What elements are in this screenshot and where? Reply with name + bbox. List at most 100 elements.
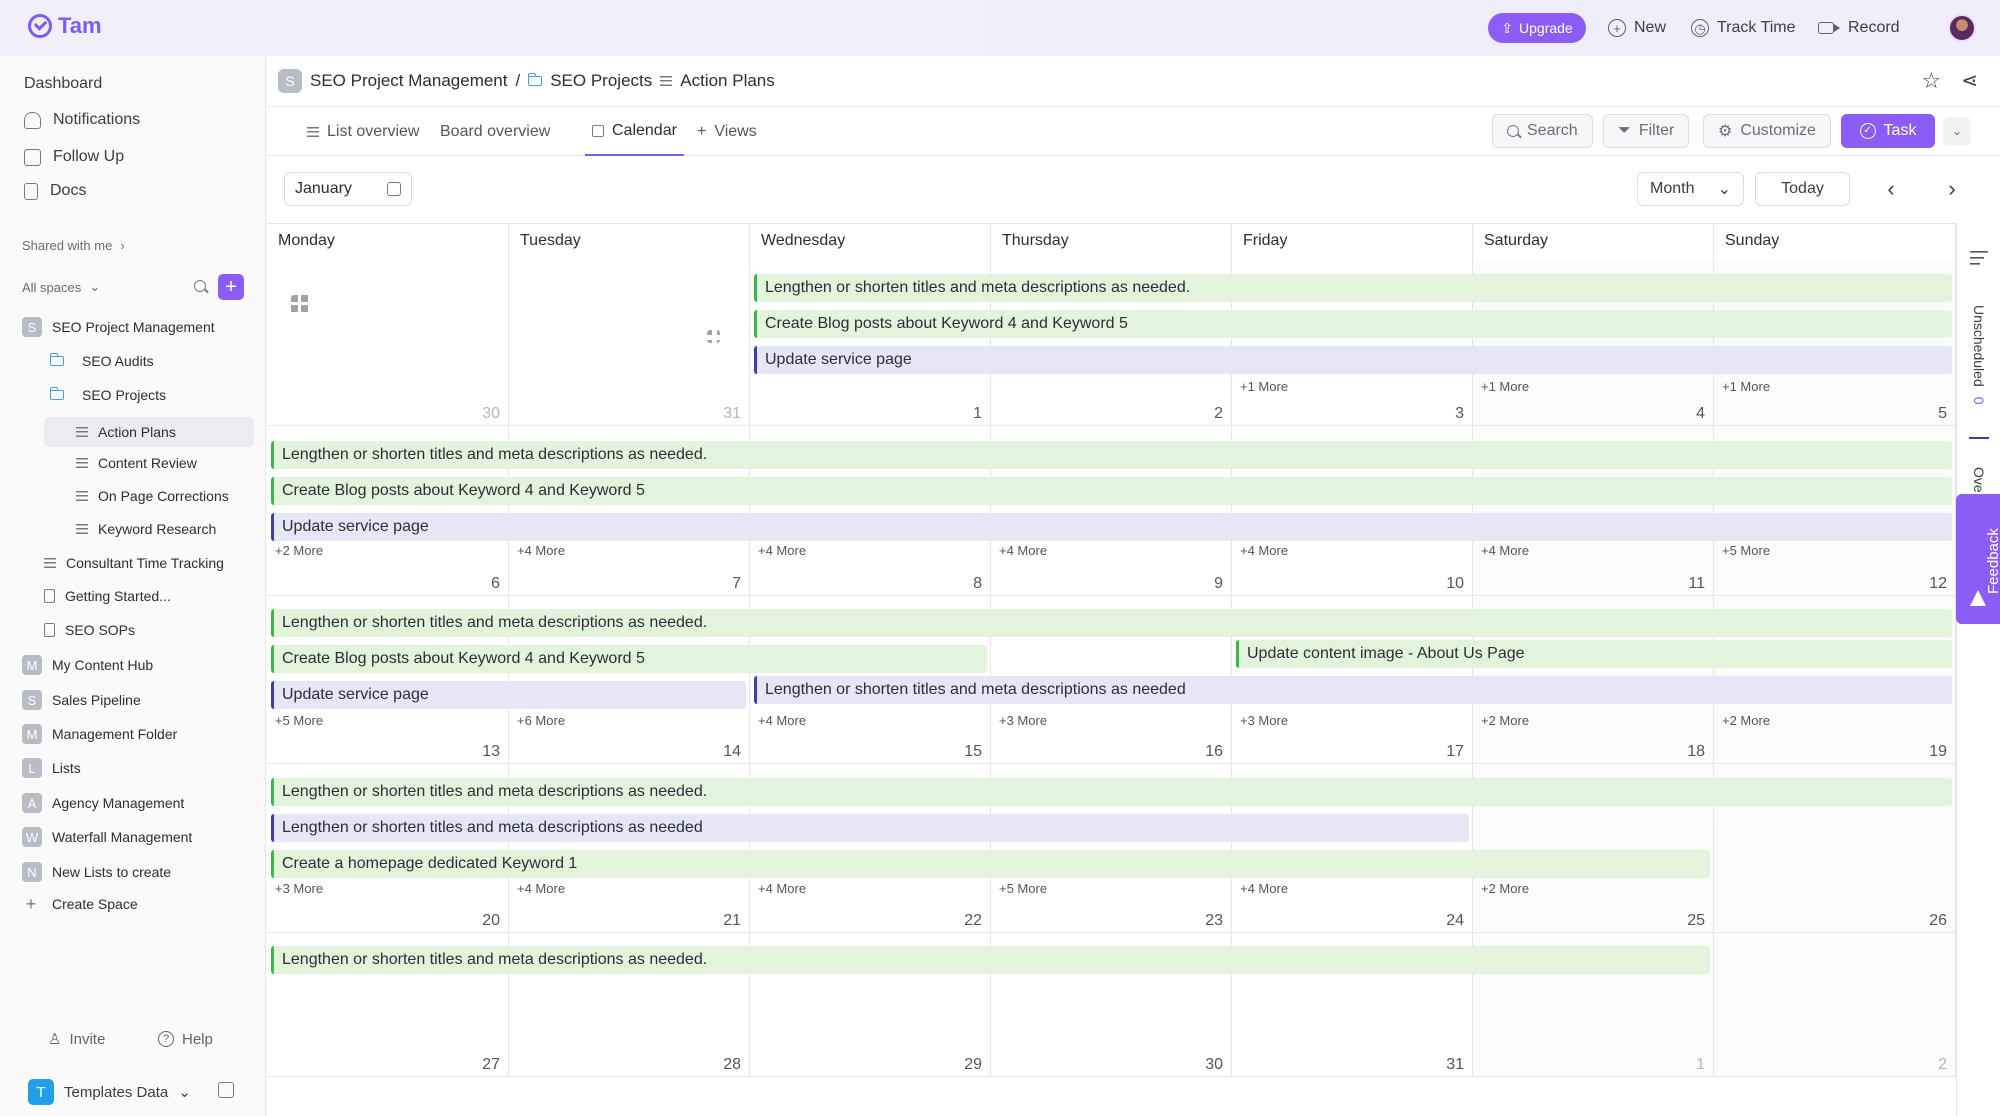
edit-icon[interactable] [218,1082,234,1098]
next-month-chevron-right-icon[interactable]: › [1935,172,1969,206]
calendar-event[interactable]: Update service page [754,346,1952,374]
user-avatar[interactable] [1948,14,1976,42]
list-keyword-research[interactable]: Keyword Research [76,517,216,541]
add-task-button[interactable]: ✓ Task [1841,114,1935,148]
search-spaces-icon[interactable] [194,280,206,292]
calendar-event[interactable]: Lengthen or shorten titles and meta desc… [754,274,1952,302]
unscheduled-tab[interactable]: Unscheduled 0 [1971,305,1987,405]
tab-list-overview[interactable]: List overview [307,107,419,156]
calendar-event[interactable]: Create Blog posts about Keyword 4 and Ke… [271,645,987,673]
more-events-link[interactable]: +3 More [1240,713,1288,728]
space-my-content-hub[interactable]: M My Content Hub [22,653,153,677]
sidebar-item-follow-up[interactable]: Follow Up [24,145,124,169]
task-options-chevron-down-icon[interactable]: ⌄ [1943,117,1971,145]
new-button[interactable]: + New [1608,16,1666,40]
more-events-link[interactable]: +4 More [517,543,565,558]
calendar-event[interactable]: Lengthen or shorten titles and meta desc… [271,814,1469,842]
tab-add-view[interactable]: + Views [697,107,757,156]
list-content-review[interactable]: Content Review [76,451,197,475]
app-logo[interactable]: Tam [28,13,102,39]
calendar-day-cell[interactable]: 30 [267,262,509,426]
workspace-switcher[interactable]: T Templates Data ⌄ [28,1079,191,1105]
calendar-event[interactable]: Lengthen or shorten titles and meta desc… [271,946,1710,974]
record-button[interactable]: Record [1818,16,1900,40]
sort-lines-icon[interactable] [1970,251,1988,265]
space-waterfall-management[interactable]: W Waterfall Management [22,825,192,849]
list-on-page-corrections[interactable]: On Page Corrections [76,484,229,508]
feedback-button[interactable]: Feedback [1956,494,2000,624]
more-events-link[interactable]: +3 More [275,881,323,896]
add-space-button[interactable]: + [218,274,244,300]
more-events-link[interactable]: +4 More [517,881,565,896]
calendar-event[interactable]: Update service page [271,513,1952,541]
space-sales-pipeline[interactable]: S Sales Pipeline [22,688,141,712]
more-events-link[interactable]: +4 More [1240,881,1288,896]
previous-month-chevron-left-icon[interactable]: ‹ [1874,172,1908,206]
space-management-folder[interactable]: M Management Folder [22,722,177,746]
help-button[interactable]: ? Help [158,1028,213,1050]
calendar-event[interactable]: Create a homepage dedicated Keyword 1 [271,850,1710,878]
more-events-link[interactable]: +4 More [758,881,806,896]
breadcrumb-list[interactable]: Action Plans [680,71,775,91]
search-button[interactable]: Search [1492,114,1593,148]
calendar-view-select[interactable]: Month ⌄ [1637,172,1744,206]
more-events-link[interactable]: +4 More [999,543,1047,558]
track-time-button[interactable]: ◷ Track Time [1691,16,1796,40]
upgrade-button[interactable]: ⇪ Upgrade [1488,13,1586,43]
more-events-link[interactable]: +4 More [1481,543,1529,558]
more-events-link[interactable]: +1 More [1722,379,1770,394]
share-icon[interactable]: ⋖ [1961,70,1978,92]
doc-seo-sops[interactable]: SEO SOPs [44,618,135,642]
list-action-plans[interactable]: Action Plans [44,417,254,447]
star-icon[interactable]: ☆ [1922,70,1942,92]
calendar-event[interactable]: Lengthen or shorten titles and meta desc… [271,441,1952,469]
more-events-link[interactable]: +5 More [1722,543,1770,558]
sidebar-item-notifications[interactable]: Notifications [24,108,140,132]
calendar-day-cell[interactable]: 31 [509,262,750,426]
list-consultant-time-tracking[interactable]: Consultant Time Tracking [44,551,224,575]
space-seo-project-management[interactable]: S SEO Project Management [22,315,215,339]
more-events-link[interactable]: +2 More [1481,713,1529,728]
breadcrumb-space[interactable]: SEO Project Management [310,71,507,91]
calendar-event[interactable]: Lengthen or shorten titles and meta desc… [271,778,1952,806]
calendar-event[interactable]: Create Blog posts about Keyword 4 and Ke… [271,477,1952,505]
more-events-link[interactable]: +2 More [275,543,323,558]
more-events-link[interactable]: +5 More [999,881,1047,896]
more-events-link[interactable]: +1 More [1481,379,1529,394]
shared-with-me[interactable]: Shared with me › [22,238,125,253]
more-events-link[interactable]: +4 More [1240,543,1288,558]
sidebar-item-dashboard[interactable]: Dashboard [24,72,1980,1116]
space-new-lists-to-create[interactable]: N New Lists to create [22,860,171,884]
calendar-event[interactable]: Lengthen or shorten titles and meta desc… [754,675,1952,704]
more-events-link[interactable]: +4 More [758,543,806,558]
tab-calendar[interactable]: Calendar [585,107,684,156]
more-events-link[interactable]: +2 More [1481,881,1529,896]
more-events-link[interactable]: +5 More [275,713,323,728]
tab-board-overview[interactable]: Board overview [440,107,720,343]
more-events-link[interactable]: +3 More [999,713,1047,728]
calendar-event[interactable]: Update service page [271,681,746,709]
doc-getting-started[interactable]: Getting Started... [44,584,171,608]
calendar-event[interactable]: Create Blog posts about Keyword 4 and Ke… [754,310,1952,338]
folder-seo-audits[interactable]: SEO Audits [49,349,154,373]
create-space-button[interactable]: + Create Space [24,892,138,916]
today-button[interactable]: Today [1755,172,1850,206]
invite-button[interactable]: ♙ Invite [48,1028,105,1050]
breadcrumb-folder[interactable]: SEO Projects [550,71,652,91]
month-picker[interactable]: January [284,172,412,206]
folder-seo-projects[interactable]: SEO Projects [49,383,166,407]
more-events-link[interactable]: +6 More [517,713,565,728]
customize-button[interactable]: ⚙ Customize [1703,114,1831,148]
space-agency-management[interactable]: A Agency Management [22,791,184,815]
calendar-event[interactable]: Lengthen or shorten titles and meta desc… [271,609,1952,637]
calendar-day-cell[interactable]: 2 [1714,933,1956,1077]
more-events-link[interactable]: +4 More [758,713,806,728]
calendar-event[interactable]: Update content image - About Us Page [1236,639,1952,668]
filter-button[interactable]: ⏷ Filter [1603,114,1690,148]
all-spaces-toggle[interactable]: All spaces ⌄ [22,279,100,295]
sidebar-item-docs[interactable]: Docs [24,179,86,203]
overdue-tab[interactable]: Ove [1971,467,1987,493]
more-events-link[interactable]: +1 More [1240,379,1288,394]
space-lists[interactable]: L Lists [22,756,81,780]
more-events-link[interactable]: +2 More [1722,713,1770,728]
